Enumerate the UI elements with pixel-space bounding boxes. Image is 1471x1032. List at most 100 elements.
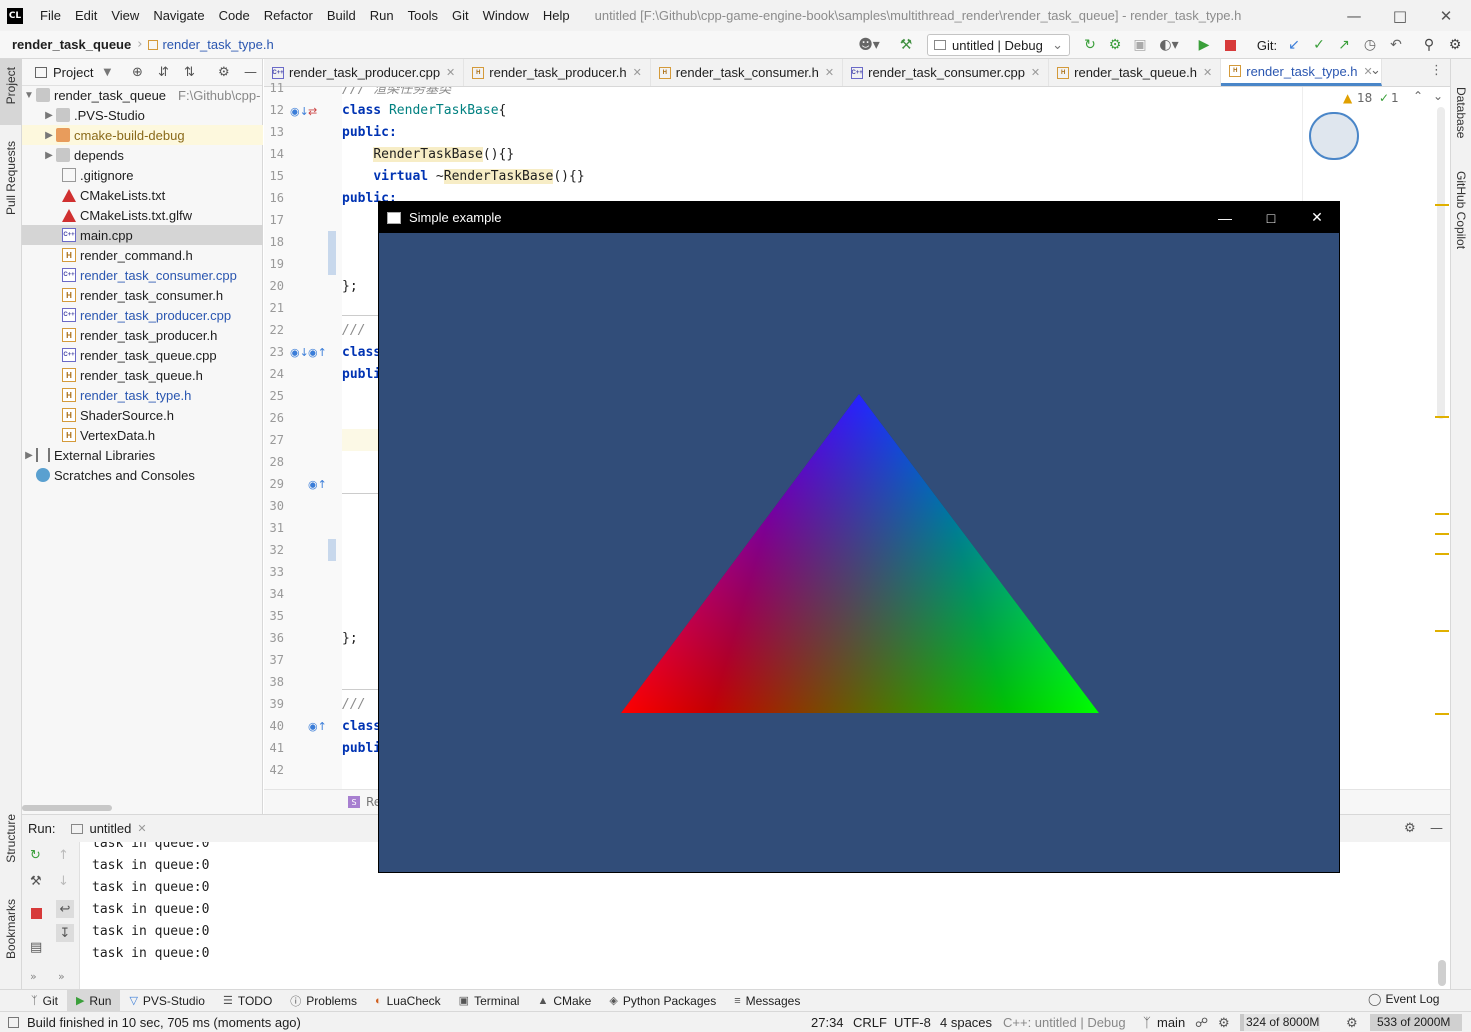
tool-tab-run[interactable]: ▶ Run (66, 989, 121, 1012)
error-stripe-marker[interactable] (1435, 513, 1449, 515)
tree-item[interactable]: H ShaderSource.h (22, 405, 263, 425)
tree-scratches[interactable]: Scratches and Consoles (22, 465, 263, 485)
tree-item[interactable]: C++ render_task_queue.cpp (22, 345, 263, 365)
console-scrollbar[interactable] (1438, 960, 1446, 986)
gear-icon[interactable]: ⚙ (1404, 821, 1416, 836)
tree-item[interactable]: ▶ .PVS-Studio (22, 105, 263, 125)
tree-item[interactable]: .gitignore (22, 165, 263, 185)
git-push-icon[interactable]: ↗ (1334, 35, 1354, 55)
menu-help[interactable]: Help (536, 8, 577, 23)
arrow-up-icon[interactable]: ↑ (58, 848, 69, 863)
close-icon[interactable]: ✕ (1031, 66, 1040, 79)
structure-tool-button[interactable]: Structure (4, 814, 18, 863)
search-icon[interactable]: ⚲ (1419, 35, 1439, 55)
implementation-icon[interactable]: ◉↓ (290, 346, 309, 359)
history-icon[interactable]: ◷ (1360, 35, 1380, 55)
rerun-icon[interactable]: ↻ (30, 848, 41, 863)
ok-count[interactable]: 1 (1391, 91, 1399, 105)
profile-icon[interactable]: ◐▾ (1154, 35, 1184, 55)
tree-item[interactable]: CMakeLists.txt (22, 185, 263, 205)
chevron-right-icon[interactable]: ▶ (42, 110, 56, 121)
tree-item[interactable]: Hrender_command.h (22, 245, 263, 265)
inherits-icon[interactable]: ◉↑ (308, 346, 327, 359)
copilot-avatar[interactable] (1309, 112, 1359, 160)
error-stripe-marker[interactable] (1435, 630, 1449, 632)
tool-tab-cmake[interactable]: ▲ CMake (528, 990, 600, 1012)
vcs-change-marker[interactable] (328, 539, 336, 561)
close-icon[interactable]: ✕ (825, 66, 834, 79)
close-icon[interactable]: ✕ (1203, 66, 1212, 79)
stop-icon[interactable] (1220, 35, 1240, 55)
tool-tab-luacheck[interactable]: ◐ LuaCheck (366, 990, 450, 1012)
rollback-icon[interactable]: ↶ (1386, 35, 1406, 55)
ok-icon[interactable]: ✓ (1379, 91, 1389, 105)
more-icon[interactable]: » (58, 970, 65, 983)
breadcrumb-project[interactable]: render_task_queue (12, 37, 131, 52)
close-button[interactable]: ✕ (1423, 0, 1469, 31)
menu-tools[interactable]: Tools (401, 8, 445, 23)
maximize-button[interactable]: □ (1377, 0, 1423, 31)
editor-tab[interactable]: C++ render_task_producer.cpp ✕ (264, 59, 465, 86)
tool-tab-terminal[interactable]: ▣ Terminal (450, 990, 529, 1012)
glfw-maximize-button[interactable]: □ (1248, 202, 1294, 233)
lock-icon[interactable]: ☍ (1195, 1015, 1208, 1031)
copilot-tool-button[interactable]: GitHub Copilot (1454, 171, 1468, 249)
horizontal-scrollbar[interactable] (22, 805, 112, 811)
editor-tab[interactable]: C++ render_task_consumer.cpp ✕ (843, 59, 1050, 86)
git-branch[interactable]: main (1157, 1015, 1185, 1030)
project-panel-title[interactable]: Project (53, 65, 93, 80)
caret-position[interactable]: 27:34 (811, 1015, 844, 1030)
event-log-button[interactable]: ◯ Event Log (1368, 992, 1439, 1006)
tool-tab-todo[interactable]: ☰ TODO (214, 990, 281, 1012)
menu-code[interactable]: Code (212, 8, 257, 23)
tree-item[interactable]: C++ render_task_consumer.cpp (22, 265, 263, 285)
close-icon[interactable]: ✕ (633, 66, 642, 79)
expand-all-icon[interactable]: ⇵ (158, 65, 169, 80)
menu-refactor[interactable]: Refactor (257, 8, 320, 23)
stop-icon[interactable] (31, 908, 42, 919)
menu-run[interactable]: Run (363, 8, 401, 23)
attach-icon[interactable]: ▶ (1194, 35, 1214, 55)
glfw-titlebar[interactable]: Simple example — □ ✕ (379, 202, 1339, 233)
chevron-up-icon[interactable]: ⌃ (1413, 89, 1423, 103)
tree-item[interactable]: ▶ cmake-build-debug (22, 125, 263, 145)
tree-item[interactable]: Hrender_task_consumer.h (22, 285, 263, 305)
database-tool-button[interactable]: Database (1454, 87, 1468, 138)
tree-root[interactable]: ▼ render_task_queue F:\Github\cpp- (22, 85, 263, 105)
menu-git[interactable]: Git (445, 8, 476, 23)
more-icon[interactable]: » (30, 970, 37, 983)
hide-icon[interactable]: — (244, 65, 257, 80)
status-toggle-icon[interactable] (8, 1016, 19, 1028)
arrow-down-icon[interactable]: ↓ (58, 874, 69, 889)
tool-tab-problems[interactable]: ⓘ Problems (281, 990, 366, 1012)
chevron-down-icon[interactable]: ⌄ (1433, 89, 1443, 103)
tree-item[interactable]: Hrender_task_type.h (22, 385, 263, 405)
layout-icon[interactable]: ▤ (30, 940, 42, 955)
warning-count[interactable]: 18 (1357, 91, 1372, 105)
status-message[interactable]: Build finished in 10 sec, 705 ms (moment… (27, 1015, 301, 1030)
debug-icon[interactable]: ⚙ (1105, 35, 1125, 55)
scroll-to-end-icon[interactable]: ↧ (56, 924, 74, 942)
vcs-change-marker[interactable] (328, 231, 336, 275)
tree-item[interactable]: C++ main.cpp (22, 225, 263, 245)
implementation-icon[interactable]: ◉↓ (290, 105, 309, 118)
tool-tab-pvs-studio[interactable]: ▽ PVS-Studio (120, 990, 214, 1012)
chevron-right-icon[interactable]: ▶ (22, 450, 36, 461)
tree-item[interactable]: ▶ depends (22, 145, 263, 165)
tab-menu-icon[interactable]: ⋮ (1430, 63, 1444, 83)
editor-tab[interactable]: Hrender_task_type.h ✕ (1221, 59, 1382, 86)
menu-build[interactable]: Build (320, 8, 363, 23)
error-stripe-marker[interactable] (1435, 533, 1449, 555)
locate-icon[interactable]: ⊕ (132, 65, 143, 80)
user-icon[interactable]: ☻▾ (855, 35, 883, 55)
run-configuration-select[interactable]: untitled | Debug ⌄ (927, 34, 1070, 56)
inherits-icon[interactable]: ◉↑ (308, 478, 327, 491)
editor-tab[interactable]: Hrender_task_producer.h ✕ (464, 59, 651, 86)
breadcrumb-file[interactable]: render_task_type.h (162, 37, 273, 52)
bookmarks-tool-button[interactable]: Bookmarks (4, 899, 18, 959)
error-stripe-marker[interactable] (1435, 713, 1449, 715)
language-context[interactable]: C++: untitled | Debug (1003, 1015, 1126, 1030)
line-separator[interactable]: CRLF (853, 1015, 887, 1030)
tree-item[interactable]: CMakeLists.txt.glfw (22, 205, 263, 225)
editor-tab[interactable]: Hrender_task_consumer.h ✕ (651, 59, 844, 86)
